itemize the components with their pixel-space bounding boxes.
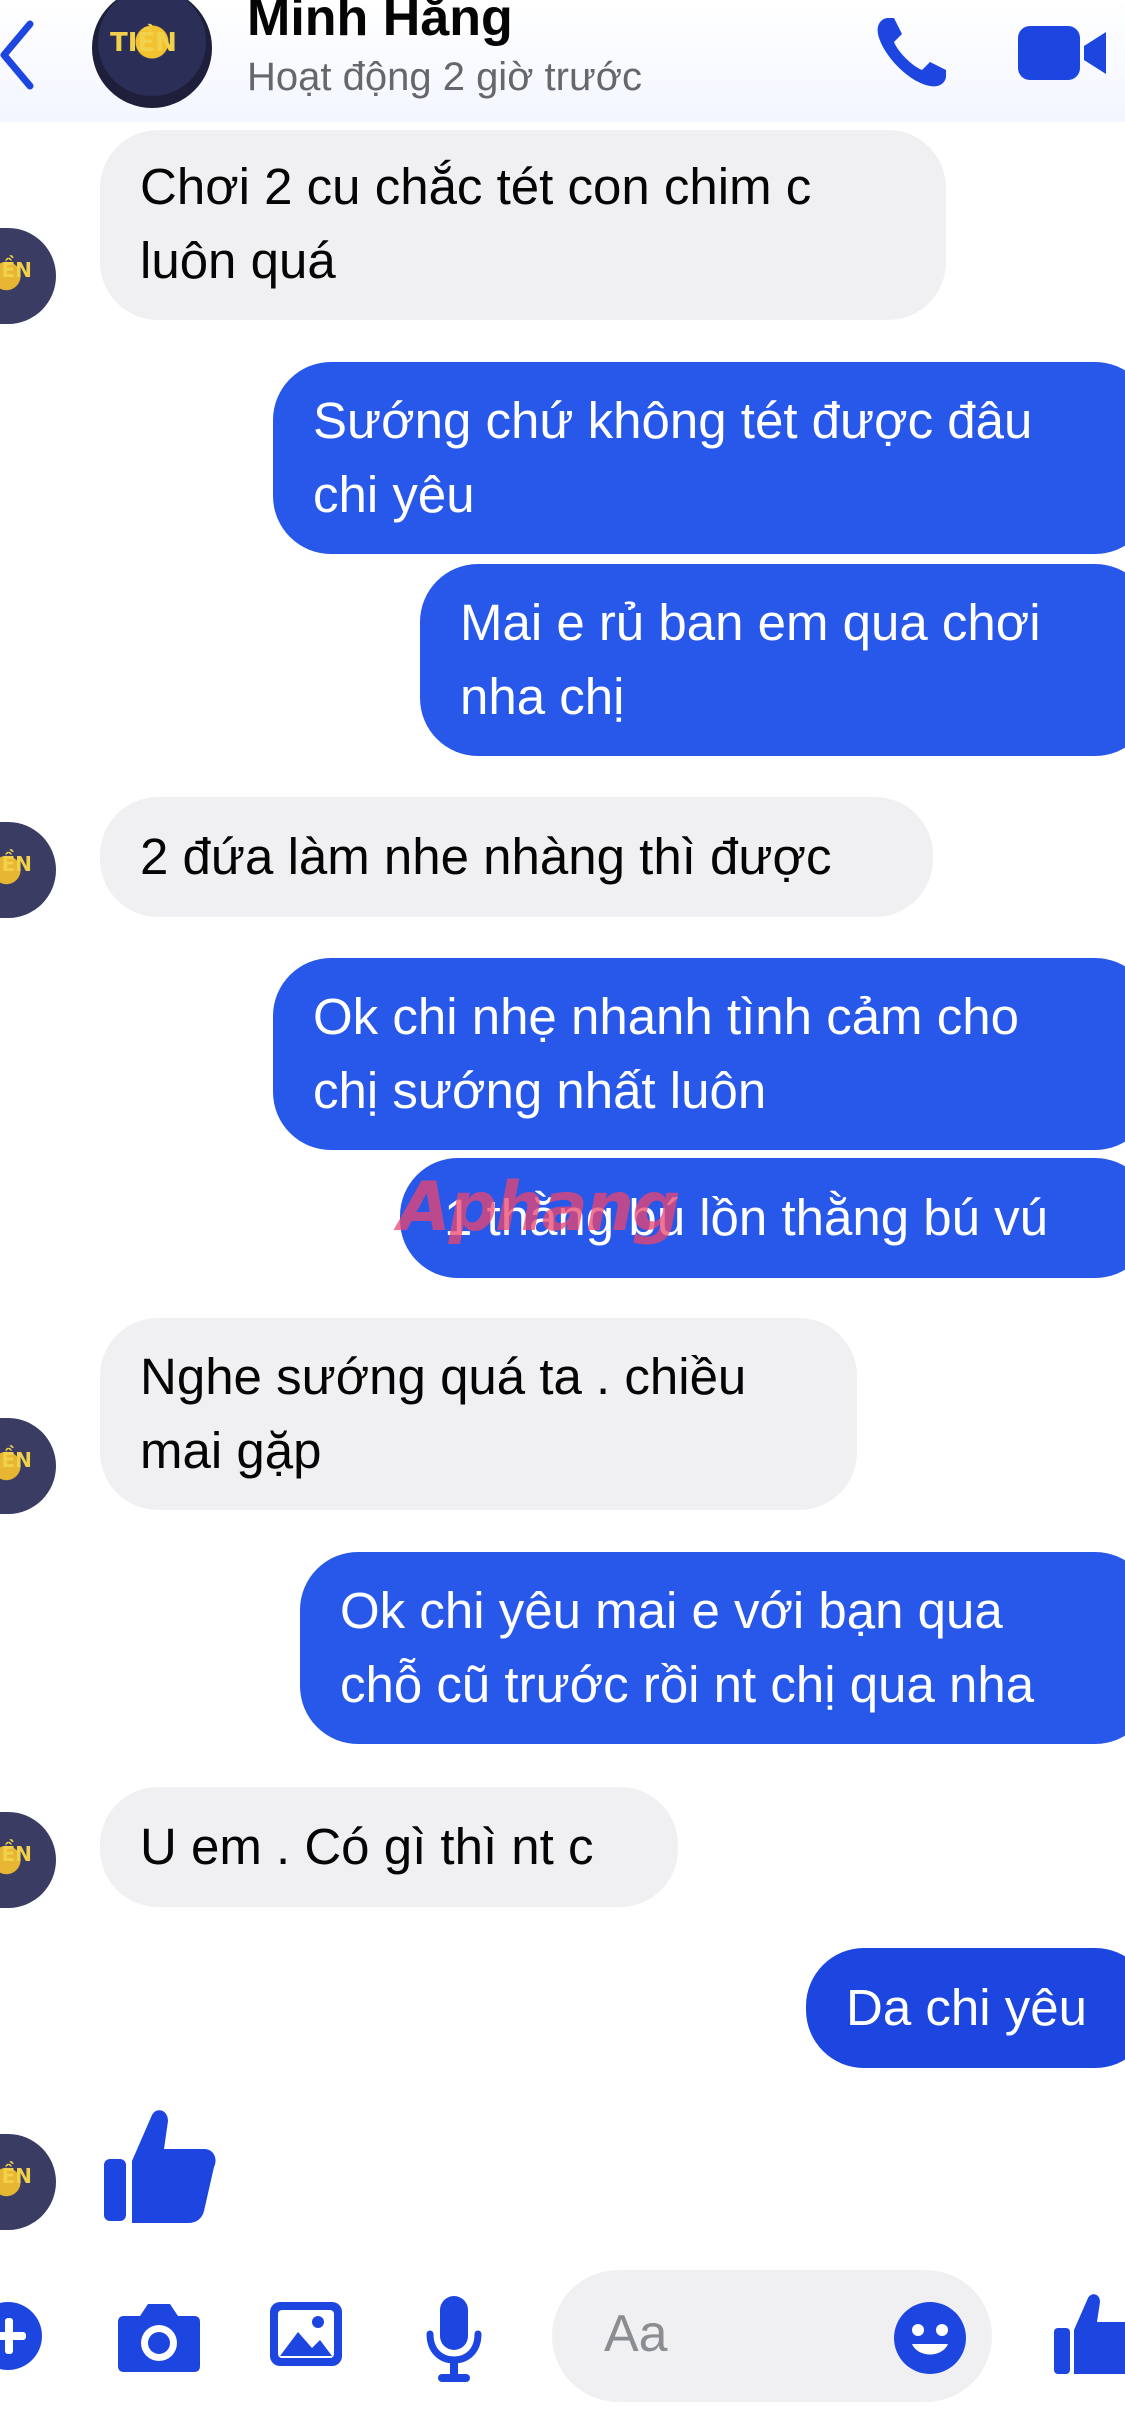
thumbs-up-send-icon[interactable] <box>1052 2290 1125 2376</box>
message-line: nha chị <box>460 668 625 725</box>
contact-avatar-small: IỀN <box>0 1812 56 1908</box>
message-line: Sướng chứ không tét được đâu <box>313 392 1033 449</box>
message-line: Ok chi yêu mai e với bạn qua <box>340 1582 1003 1639</box>
thumbs-up-icon <box>104 2110 216 2223</box>
message-incoming[interactable]: Nghe sướng quá ta . chiều mai gặp <box>100 1318 857 1510</box>
smiley-icon[interactable] <box>892 2300 968 2376</box>
message-outgoing[interactable]: Ok chi nhẹ nhanh tình cảm cho chị sướng … <box>273 958 1125 1150</box>
message-input[interactable]: Aa <box>552 2270 992 2402</box>
message-line: Ok chi nhẹ nhanh tình cảm cho <box>313 988 1019 1045</box>
phone-icon[interactable] <box>872 12 952 92</box>
message-input-placeholder: Aa <box>604 2305 668 2363</box>
message-line: chỗ cũ trước rồi nt chị qua nha <box>340 1656 1035 1713</box>
message-line: luôn quá <box>140 232 336 289</box>
message-line: U em . Có gì thì nt c <box>140 1818 594 1875</box>
back-chevron-icon[interactable] <box>0 10 52 100</box>
contact-avatar-small: IỀN <box>0 822 56 918</box>
watermark-logo: Aphang <box>398 1168 681 1247</box>
message-incoming[interactable]: U em . Có gì thì nt c <box>100 1787 678 1907</box>
message-incoming[interactable]: Chơi 2 cu chắc tét con chim c luôn quá <box>100 130 946 320</box>
chat-header: TIỀN Minh Hằng Hoạt động 2 giờ trước <box>0 0 1125 122</box>
message-outgoing[interactable]: Sướng chứ không tét được đâu chi yêu <box>273 362 1125 554</box>
contact-avatar-small: IỀN <box>0 2134 56 2230</box>
plus-circle-icon[interactable] <box>0 2296 52 2376</box>
message-incoming[interactable]: 2 đứa làm nhe nhàng thì được <box>100 797 933 917</box>
message-line: chị sướng nhất luôn <box>313 1062 767 1119</box>
contact-avatar[interactable]: TIỀN <box>92 0 212 108</box>
contact-avatar-small: IỀN <box>0 1418 56 1514</box>
message-line: Nghe sướng quá ta . chiều <box>140 1348 747 1405</box>
message-outgoing[interactable]: Ok chi yêu mai e với bạn qua chỗ cũ trướ… <box>300 1552 1125 1744</box>
message-line: Da chi yêu <box>846 1979 1087 2036</box>
active-status: Hoạt động 2 giờ trước <box>247 55 642 99</box>
message-line: 2 đứa làm nhe nhàng thì được <box>140 828 832 885</box>
video-camera-icon[interactable] <box>1016 18 1110 88</box>
message-outgoing[interactable]: Mai e rủ ban em qua chơi nha chị <box>420 564 1125 756</box>
message-line: Chơi 2 cu chắc tét con chim c <box>140 158 812 215</box>
microphone-icon[interactable] <box>426 2294 482 2384</box>
contact-name[interactable]: Minh Hằng <box>247 0 513 48</box>
camera-icon[interactable] <box>116 2298 202 2374</box>
message-outgoing[interactable]: Da chi yêu <box>806 1948 1125 2068</box>
message-line: Mai e rủ ban em qua chơi <box>460 594 1041 651</box>
contact-avatar-small: IỀN <box>0 228 56 324</box>
avatar-text: TIỀN <box>110 28 177 58</box>
photo-gallery-icon[interactable] <box>268 2298 344 2370</box>
message-line: chi yêu <box>313 466 475 523</box>
message-line: mai gặp <box>140 1422 322 1479</box>
